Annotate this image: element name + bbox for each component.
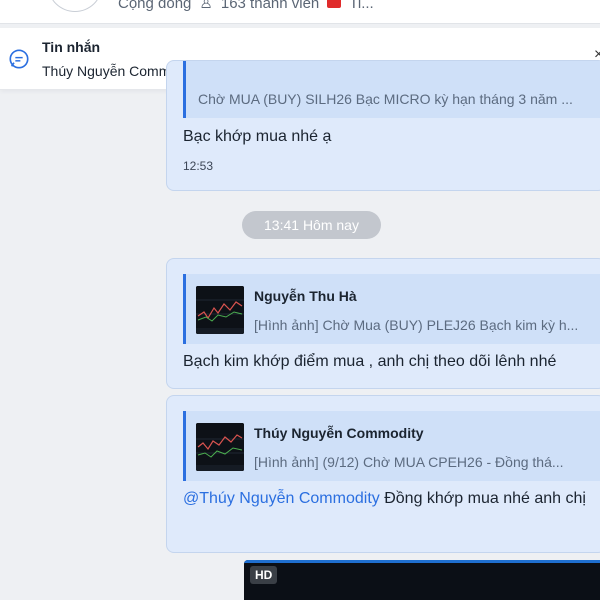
quote-author: Nguyễn Thu Hà [254, 288, 357, 304]
message-bubble[interactable]: Chờ MUA (BUY) SILH26 Bạc MICRO kỳ hạn th… [166, 60, 600, 191]
video-icon [327, 0, 342, 8]
message-bubble[interactable]: Nguyễn Thu Hà [Hình ảnh] Chờ Mua (BUY) P… [166, 258, 600, 389]
message-body: Đồng khớp mua nhé anh chị [379, 490, 586, 507]
members-label[interactable]: 163 thành viên [221, 0, 319, 12]
chart-thumbnail[interactable] [196, 286, 244, 334]
chart-thumbnail-image [196, 286, 244, 334]
reply-quote[interactable]: Chờ MUA (BUY) SILH26 Bạc MICRO kỳ hạn th… [183, 61, 600, 118]
video-preview[interactable]: HD [244, 560, 600, 600]
reply-quote[interactable]: Nguyễn Thu Hà [Hình ảnh] Chờ Mua (BUY) P… [183, 274, 600, 344]
quote-text: Chờ MUA (BUY) SILH26 Bạc MICRO kỳ hạn th… [198, 91, 573, 107]
group-header: Cộng đồng ♙ 163 thành viên Ti... [0, 0, 600, 24]
hd-badge: HD [250, 566, 278, 584]
message-text: Bạc khớp mua nhé ạ [183, 128, 332, 145]
extra-label[interactable]: Ti... [349, 0, 373, 12]
quote-text: [Hình ảnh] (9/12) Chờ MUA CPEH26 - Đồng … [254, 454, 564, 470]
chart-thumbnail-image [196, 423, 244, 471]
message-text: @Thúy Nguyễn Commodity Đồng khớp mua nhé… [183, 486, 600, 512]
community-label: Cộng đồng [118, 0, 192, 12]
group-meta: Cộng đồng ♙ 163 thành viên Ti... [118, 0, 374, 12]
chart-thumbnail[interactable] [196, 423, 244, 471]
reply-quote[interactable]: Thúy Nguyễn Commodity [Hình ảnh] (9/12) … [183, 411, 600, 481]
mention-link[interactable]: @Thúy Nguyễn Commodity [183, 490, 380, 507]
message-text: Bạch kim khớp điểm mua , anh chị theo dõ… [183, 353, 557, 370]
video-top-bar [244, 560, 600, 563]
quote-text: [Hình ảnh] Chờ Mua (BUY) PLEJ26 Bạch kim… [254, 317, 579, 333]
message-time: 12:53 [183, 159, 214, 173]
group-avatar[interactable] [48, 0, 102, 12]
quote-author: Thúy Nguyễn Commodity [254, 425, 424, 441]
notification-title: Tin nhắn [42, 39, 101, 55]
chat-bubble-icon [9, 49, 29, 69]
date-divider: 13:41 Hôm nay [242, 211, 381, 239]
message-bubble[interactable]: Thúy Nguyễn Commodity [Hình ảnh] (9/12) … [166, 395, 600, 553]
members-icon: ♙ [199, 0, 213, 12]
